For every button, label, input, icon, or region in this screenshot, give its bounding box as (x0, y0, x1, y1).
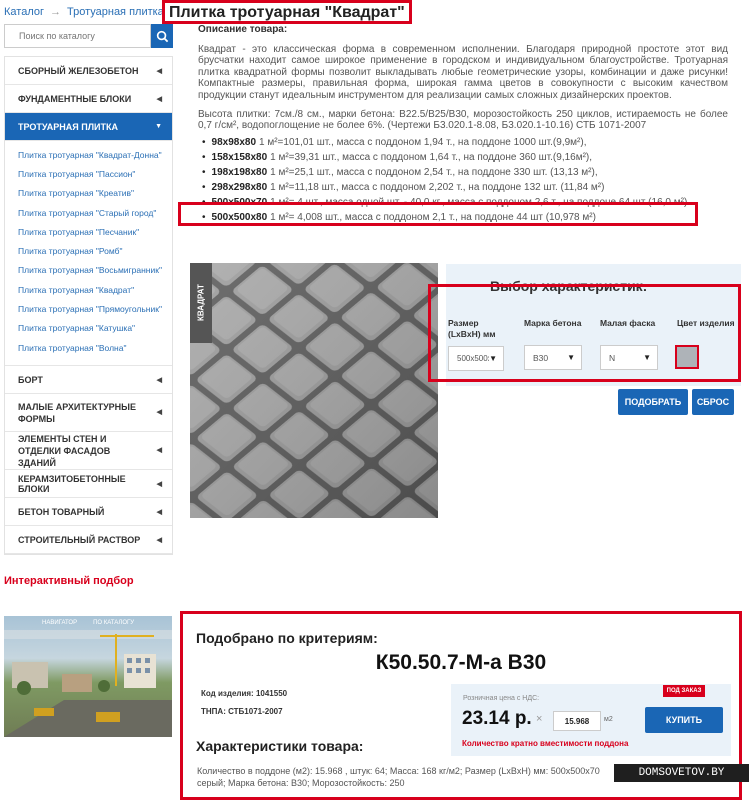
caret-left-icon: ◀ (156, 67, 162, 75)
breadcrumb-separator: → (50, 6, 61, 18)
caret-left-icon: ◀ (156, 95, 162, 103)
sidebar-item-label: Фундаментные блоки (18, 93, 132, 104)
result-product-code: К50.50.7-М-а В30 (375, 651, 547, 674)
sidebar-item-wall-elements[interactable]: Элементы стен и отделки фасадов зданий ◀ (5, 432, 172, 471)
sidebar-subitem[interactable]: Плитка тротуарная "Пассион" (5, 164, 172, 183)
item-code: Код изделия: 1041550 (201, 689, 288, 698)
size-label: Размер (LxBxH) мм (448, 318, 496, 339)
breadcrumb-section-link[interactable]: Тротуарная плитка (67, 6, 164, 18)
tnpa: ТНПА: СТБ1071-2007 (201, 707, 283, 716)
search-input[interactable] (4, 24, 151, 48)
interactive-scene[interactable]: НАВИГАТОР ПО КАТАЛОГУ (4, 616, 172, 737)
size-select[interactable]: 500x500x70▼ (448, 346, 504, 371)
sidebar-item-label: Тротуарная плитка (18, 121, 119, 132)
caret-left-icon: ◀ (156, 508, 162, 516)
size-item: 98x98x801 м²=101,01 шт., масса с поддоно… (202, 135, 728, 150)
caret-down-icon: ▼ (489, 354, 497, 363)
sidebar-item-label: Бетон товарный (18, 506, 105, 517)
sidebar-subitem[interactable]: Плитка тротуарная "Песчаник" (5, 222, 172, 241)
caret-down-icon: ▼ (155, 123, 162, 130)
sidebar-item-label: Керамзитобетонные блоки (18, 473, 126, 494)
breadcrumb: Каталог → Тротуарная плитка (4, 6, 164, 18)
catalog-search (4, 24, 173, 48)
sidebar-sublist: Плитка тротуарная "Квадрат-Донна" Плитка… (5, 141, 172, 367)
size-item: 158x158x801 м²=39,31 шт., масса с поддон… (202, 150, 728, 165)
product-description: Описание товара: Квадрат - это классичес… (198, 24, 728, 226)
caret-left-icon: ◀ (156, 376, 162, 384)
reset-button[interactable]: СБРОС (692, 389, 734, 415)
sidebar-item-small-forms[interactable]: Малые архитектурные формы ◀ (5, 394, 172, 433)
catalog-sidebar: Сборный железобетон ◀ Фундаментные блоки ◀… (4, 56, 173, 556)
result-title: Подобрано по критериям: (196, 630, 378, 646)
size-item: 298x298x801 м²=11,18 шт., масса с поддон… (202, 180, 728, 195)
search-button[interactable] (151, 24, 173, 48)
status-badge: ПОД ЗАКАЗ (663, 685, 705, 697)
sidebar-item-foundation-blocks[interactable]: Фундаментные блоки ◀ (5, 85, 172, 113)
multiply-sign: × (536, 713, 543, 725)
quantity-warning: Количество кратно вместимости поддона (462, 739, 629, 748)
quantity-input[interactable]: 15.968 (553, 711, 601, 731)
watermark: DOMSOVETOV.BY (614, 764, 749, 782)
sidebar-subitem[interactable]: Плитка тротуарная "Ромб" (5, 241, 172, 260)
size-item: 198x198x801 м²=25,1 шт., масса с поддоно… (202, 165, 728, 180)
product-image: КВАДРАТ (190, 263, 438, 518)
caret-left-icon: ◀ (156, 480, 162, 488)
sidebar-subitem[interactable]: Плитка тротуарная "Восьмигранник" (5, 261, 172, 280)
caret-left-icon: ◀ (156, 446, 162, 454)
select-button[interactable]: ПОДОБРАТЬ (618, 389, 688, 415)
price-label: Розничная цена с НДС: (463, 695, 540, 702)
sidebar-item-claydite-blocks[interactable]: Керамзитобетонные блоки ◀ (5, 470, 172, 499)
chamfer-select[interactable]: N ▼ (600, 345, 658, 370)
sidebar-subitem[interactable]: Плитка тротуарная "Катушка" (5, 319, 172, 338)
paving-tiles-illustration (190, 263, 438, 518)
grade-value: В30 (533, 352, 549, 363)
sidebar-item-curb[interactable]: Борт ◀ (5, 366, 172, 395)
sidebar-subitem[interactable]: Плитка тротуарная "Квадрат-Донна" (5, 145, 172, 164)
quantity-unit: м2 (604, 716, 613, 723)
image-tag: КВАДРАТ (190, 263, 212, 343)
chamfer-value: N (609, 352, 616, 363)
description-specs: Высота плитки: 7см./8 см., марки бетона:… (198, 108, 728, 132)
product-characteristics-text: Количество в поддоне (м2): 15.968 , штук… (197, 766, 600, 788)
sidebar-item-label: Малые архитектурные формы (18, 401, 136, 424)
interactive-title: Интерактивный подбор (4, 575, 134, 587)
sidebar-item-mortar[interactable]: Строительный раствор ◀ (5, 526, 172, 555)
color-label: Цвет изделия (677, 318, 735, 328)
page-title: Плитка тротуарная "Квадрат" (162, 0, 412, 24)
sidebar-item-label: Борт (18, 374, 43, 385)
sidebar-subitem[interactable]: Плитка тротуарная "Квадрат" (5, 280, 172, 299)
highlight-box (178, 202, 698, 226)
sidebar-item-precast-concrete[interactable]: Сборный железобетон ◀ (5, 57, 172, 85)
caret-down-icon: ▼ (643, 353, 651, 362)
sidebar-item-paving-tiles[interactable]: Тротуарная плитка ▼ (5, 113, 172, 141)
caret-down-icon: ▼ (567, 353, 575, 362)
sidebar-item-label: Сборный железобетон (18, 65, 139, 76)
product-characteristics-title: Характеристики товара: (196, 738, 364, 754)
sidebar-subitem[interactable]: Плитка тротуарная "Прямоугольник" (5, 299, 172, 318)
caret-left-icon: ◀ (156, 536, 162, 544)
sidebar-item-label: Строительный раствор (18, 534, 141, 545)
construction-scene-illustration (4, 630, 172, 737)
breadcrumb-catalog-link[interactable]: Каталог (4, 6, 44, 18)
chamfer-label: Малая фаска (600, 318, 656, 328)
description-heading: Описание товара: (198, 24, 288, 35)
search-icon (156, 30, 168, 42)
color-swatch[interactable] (675, 345, 699, 369)
sidebar-subitem[interactable]: Плитка тротуарная "Волна" (5, 338, 172, 357)
grade-select[interactable]: В30 ▼ (524, 345, 582, 370)
sidebar-item-ready-concrete[interactable]: Бетон товарный ◀ (5, 498, 172, 527)
sidebar-subitem[interactable]: Плитка тротуарная "Старый город" (5, 203, 172, 222)
sidebar-subitem[interactable]: Плитка тротуарная "Креатив" (5, 184, 172, 203)
caret-left-icon: ◀ (156, 408, 162, 416)
description-text: Квадрат - это классическая форма в совре… (198, 43, 728, 101)
grade-label: Марка бетона (524, 318, 582, 328)
buy-button[interactable]: КУПИТЬ (645, 707, 723, 733)
price: 23.14 р. (462, 708, 532, 729)
size-value: 500x500x70 (457, 354, 489, 363)
sidebar-item-label: Элементы стен и отделки фасадов зданий (18, 433, 111, 468)
